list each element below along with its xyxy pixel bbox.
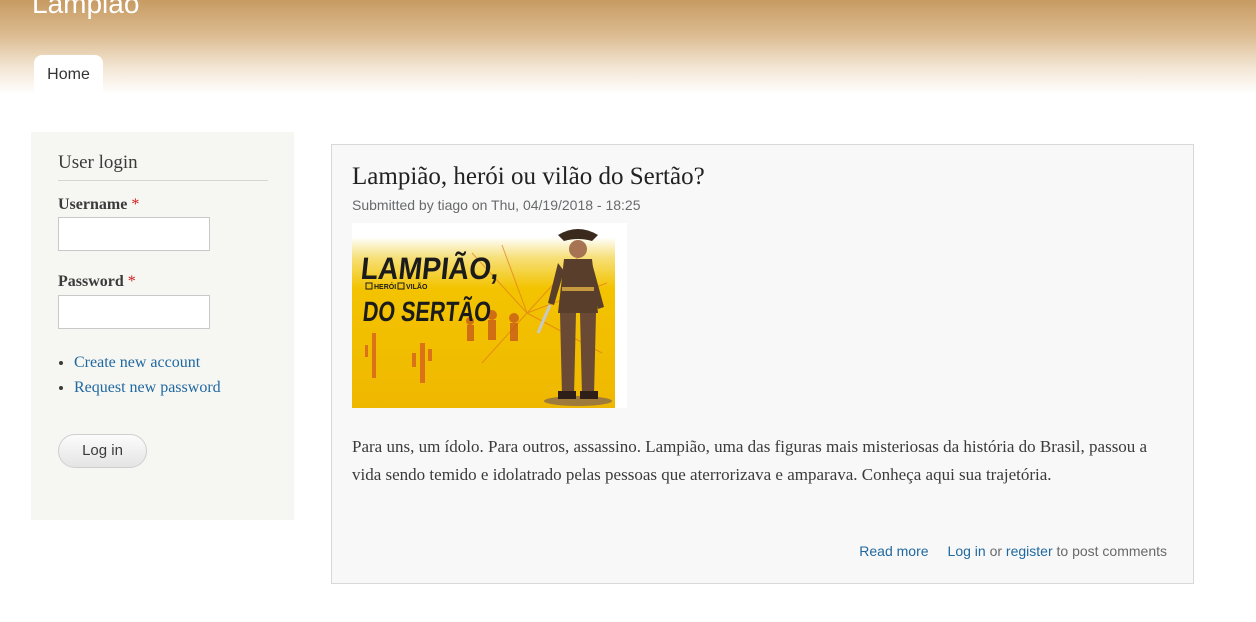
list-item: Request new password: [74, 375, 221, 400]
block-title: User login: [58, 151, 268, 181]
submitted-info: Submitted by tiago on Thu, 04/19/2018 - …: [352, 197, 641, 213]
user-login-block: User login Username* Password* Create ne…: [31, 132, 294, 520]
or-text: or: [989, 543, 1003, 559]
site-name[interactable]: Lampião: [32, 0, 139, 22]
svg-text:DO SERTÃO: DO SERTÃO: [361, 296, 492, 327]
post-comments-text: to post comments: [1056, 543, 1168, 559]
svg-text:HERÓI: HERÓI: [374, 282, 396, 291]
login-button[interactable]: Log in: [58, 434, 147, 468]
list-item: Create new account: [74, 350, 221, 375]
poster-title-line2: DO SERTÃO: [361, 296, 492, 327]
read-more-link[interactable]: Read more: [859, 543, 928, 559]
article-image: LAMPIÃO, HERÓI VILÃO DO SERTÃO: [352, 223, 627, 408]
lampiao-poster-illustration: LAMPIÃO, HERÓI VILÃO DO SERTÃO: [352, 223, 627, 408]
password-input[interactable]: [58, 295, 210, 329]
article-title[interactable]: Lampião, herói ou vilão do Sertão?: [352, 161, 705, 193]
article-body: Para uns, um ídolo. Para outros, assassi…: [352, 437, 1148, 484]
create-account-link[interactable]: Create new account: [74, 354, 200, 371]
password-label-text: Password: [58, 273, 124, 290]
tab-home[interactable]: Home: [34, 55, 103, 94]
site-header: Lampião Home: [0, 0, 1256, 94]
svg-text:VILÃO: VILÃO: [406, 282, 428, 291]
register-link[interactable]: register: [1006, 543, 1053, 559]
password-label: Password *: [58, 272, 136, 292]
svg-text:LAMPIÃO,: LAMPIÃO,: [359, 251, 501, 286]
username-label: Username *: [58, 195, 139, 215]
poster-title-line1: LAMPIÃO,: [359, 251, 501, 286]
required-marker: *: [127, 273, 136, 290]
log-in-link[interactable]: Log in: [948, 543, 986, 559]
request-password-link[interactable]: Request new password: [74, 379, 221, 396]
article-node: Lampião, herói ou vilão do Sertão? Submi…: [331, 144, 1194, 584]
login-links: Create new account Request new password: [58, 350, 221, 400]
username-input[interactable]: [58, 217, 210, 251]
username-label-text: Username: [58, 196, 128, 213]
required-marker: *: [131, 196, 140, 213]
article-links: Read more Log in or register to post comm…: [859, 543, 1167, 559]
